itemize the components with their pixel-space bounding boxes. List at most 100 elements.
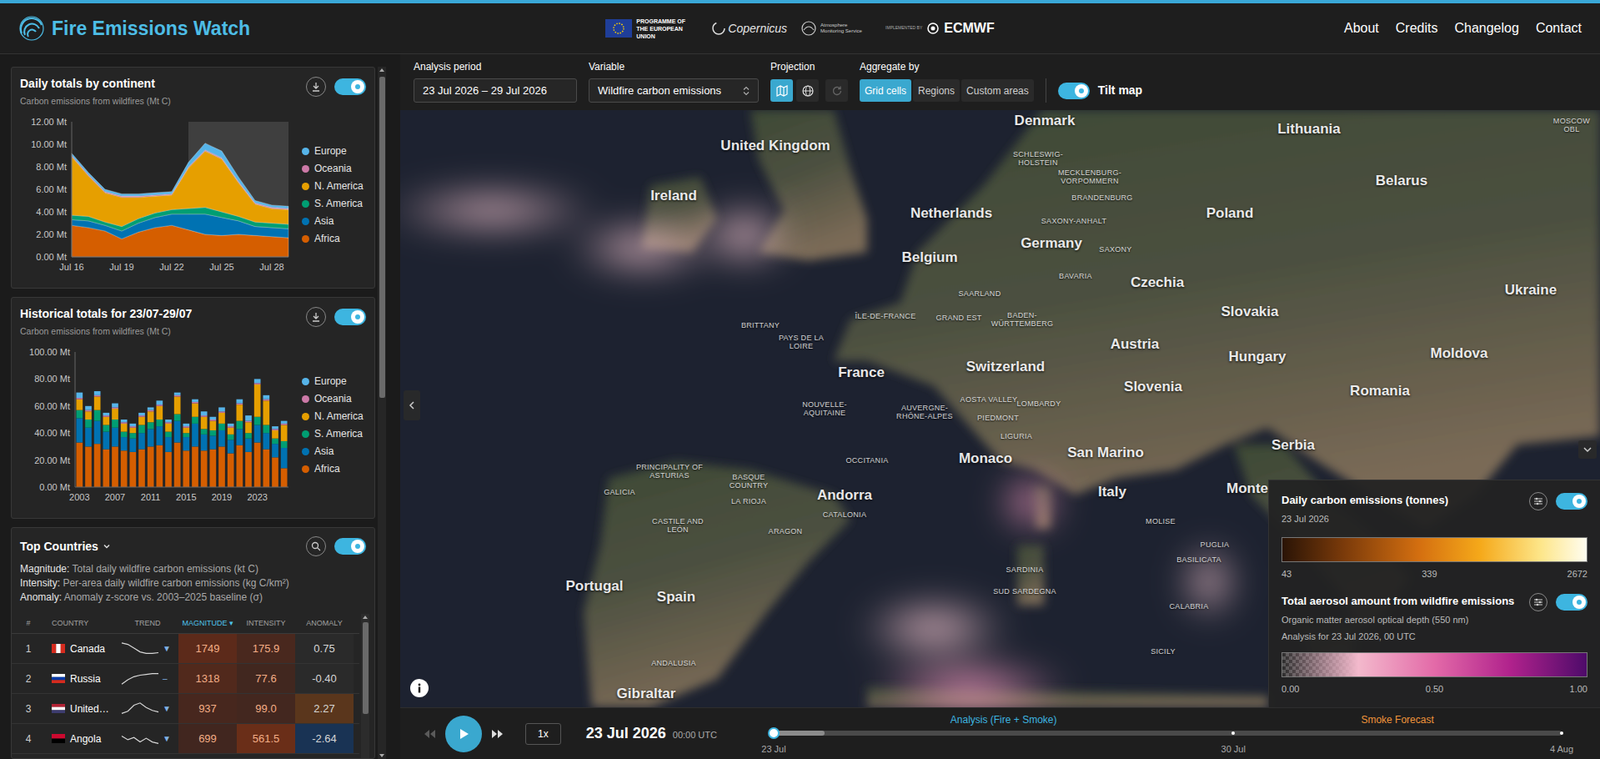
aggregate-option[interactable]: Grid cells [859, 79, 912, 102]
column-header[interactable]: MAGNITUDE▾ [178, 617, 237, 630]
table-row[interactable]: 3United…▼93799.02.27 [11, 693, 360, 724]
legend-settings-button[interactable] [1529, 491, 1548, 511]
bar-segment [254, 378, 261, 383]
download-button[interactable] [305, 76, 327, 97]
bar-segment [235, 420, 243, 429]
timeline-track[interactable] [773, 730, 1562, 736]
legend-item: Africa [301, 461, 364, 477]
intensity-value: 175.9 [252, 640, 281, 658]
search-button[interactable] [305, 536, 327, 557]
timeline-slider[interactable]: Analysis (Fire + Smoke)Smoke Forecast23 … [773, 710, 1562, 758]
bar-segment [85, 426, 92, 447]
x-axis [71, 255, 289, 257]
card-title: Historical totals for 23/07-29/07 [20, 305, 192, 323]
x-tick-label: 2007 [105, 491, 126, 502]
card-toggle[interactable] [334, 308, 367, 326]
cams-text: Atmosphere Monitoring Service [820, 22, 873, 35]
country-label: Netherlands [910, 202, 993, 225]
timeline-segment-label: Analysis (Fire + Smoke) [950, 712, 1058, 728]
country-label: Czechia [1130, 271, 1184, 294]
legend-item: Oceania [301, 160, 364, 176]
toggle-knob [1074, 84, 1089, 98]
table-row[interactable]: 4Angola▼699561.5-2.64 [11, 723, 360, 754]
bar-segment [174, 441, 181, 487]
legend-swatch [301, 235, 310, 243]
bar-segment [165, 436, 172, 452]
toggle-dot [1078, 88, 1084, 94]
reset-view-button[interactable] [825, 79, 848, 102]
magnitude-cell: 937 [178, 693, 237, 723]
projection-button[interactable] [796, 79, 819, 102]
column-header[interactable]: # [11, 617, 46, 630]
nav-link[interactable]: Credits [1395, 18, 1439, 39]
info-button[interactable] [410, 678, 429, 698]
period-field[interactable]: 23 Jul 2026 – 29 Jul 2026 [413, 78, 577, 103]
legend-swatch [301, 465, 310, 473]
card-toggle[interactable] [334, 78, 367, 96]
country-name: Russia [70, 671, 101, 687]
card-toggle[interactable] [334, 537, 367, 555]
expand-legend-button[interactable] [1578, 440, 1597, 459]
legend-toggle[interactable] [1555, 492, 1588, 510]
sidebar-scrollbar[interactable] [377, 66, 387, 759]
table-scrollbar[interactable] [361, 613, 370, 758]
speed-button[interactable]: 1x [525, 722, 562, 745]
tilt-toggle[interactable] [1058, 82, 1090, 100]
bar-segment [254, 424, 261, 442]
column-header[interactable]: INTENSITY [236, 617, 296, 630]
country-cell: Canada [45, 633, 117, 663]
top-countries-selector[interactable]: Top Countries [20, 537, 112, 556]
table-row[interactable]: 2Russia–131877.6-0.40 [11, 663, 360, 694]
region-label: GRAND EST [935, 313, 982, 322]
download-button[interactable] [305, 306, 327, 327]
intensity-cell: 77.6 [236, 663, 296, 693]
toggle-dot [355, 314, 361, 320]
magnitude-value: 1749 [195, 640, 221, 658]
aggregate-option[interactable]: Custom areas [961, 79, 1034, 102]
column-header[interactable]: TREND [116, 617, 179, 630]
bar-segment [235, 404, 243, 421]
y-tick-label: 40.00 Mt [34, 427, 71, 438]
legend-toggle[interactable] [1555, 593, 1588, 611]
collapse-sidebar-button[interactable] [403, 390, 421, 421]
aggregate-label: Aggregate by [859, 59, 1034, 75]
column-label: INTENSITY [245, 617, 286, 630]
scale-tick: 0.50 [1425, 682, 1444, 697]
bar-segment [209, 435, 216, 449]
bar-segment [129, 437, 136, 452]
legend-label: Asia [314, 443, 334, 459]
brand[interactable]: Fire Emissions Watch [18, 14, 606, 44]
fast-forward-button[interactable] [483, 719, 512, 748]
nav-link[interactable]: Contact [1535, 18, 1582, 39]
column-header[interactable]: ANOMALY [295, 617, 354, 630]
scrollbar-thumb[interactable] [379, 76, 386, 398]
table-row[interactable]: 1Canada▼1749175.90.75 [11, 633, 360, 664]
column-header[interactable]: COUNTRY [45, 617, 117, 630]
legend-settings-button[interactable] [1529, 592, 1548, 612]
scale-tick: 1.00 [1569, 682, 1588, 697]
timeline-segment-label: Smoke Forecast [1360, 712, 1434, 728]
variable-select[interactable]: Wildfire carbon emissions [588, 78, 759, 103]
bar-segment [262, 398, 270, 401]
timeline-playhead[interactable] [767, 727, 780, 739]
metric-text: Per-area daily wildfire carbon emissions… [62, 576, 289, 589]
bar-segment [111, 406, 119, 409]
bar-segment [182, 426, 190, 428]
play-button[interactable] [445, 715, 482, 753]
bar-segment [218, 406, 226, 412]
x-tick-label: 2003 [69, 491, 90, 502]
legend-swatch [301, 377, 310, 386]
bar-segment [75, 398, 83, 410]
nav-link[interactable]: Changelog [1454, 18, 1519, 39]
projection-button[interactable] [770, 79, 793, 102]
aggregate-option[interactable]: Regions [912, 79, 960, 102]
map[interactable]: DenmarkLithuaniaMOSCOW OBLUnited Kingdom… [400, 110, 1600, 708]
nav-link[interactable]: About [1344, 18, 1380, 39]
scrollbar-thumb[interactable] [362, 621, 369, 714]
scroll-up-icon [361, 613, 369, 621]
bar-segment [155, 404, 163, 407]
table-header: #COUNTRYTRENDMAGNITUDE▾ INTENSITY ANOMALY [11, 613, 360, 634]
region-label: MECKLENBURG-VORPOMMERN [1054, 168, 1125, 186]
country-label: Spain [657, 586, 696, 608]
rewind-button[interactable] [415, 719, 444, 748]
